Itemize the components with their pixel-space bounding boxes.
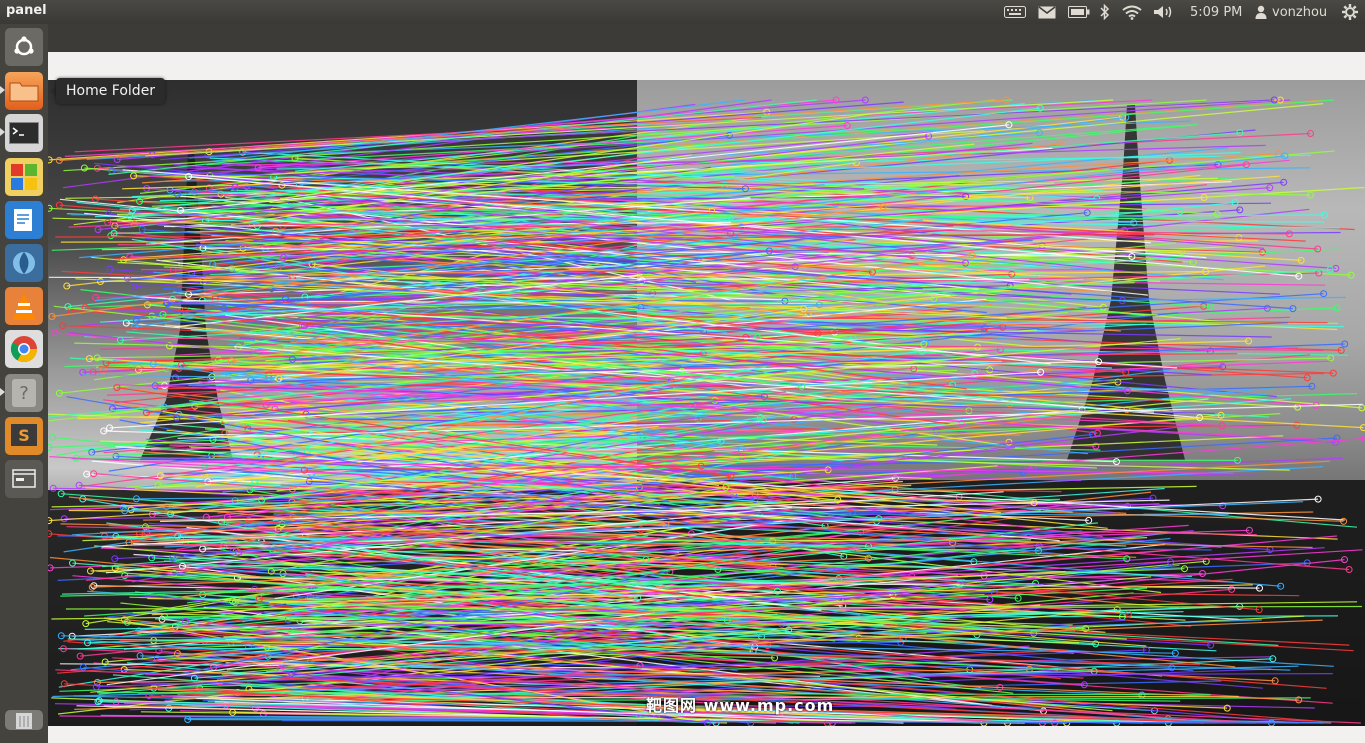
session-gear-icon[interactable] [1340, 3, 1360, 21]
launcher: ? S [0, 24, 48, 743]
wifi-icon[interactable] [1121, 3, 1143, 21]
window-toolbar [48, 52, 1365, 80]
top-panel: panel 5:09 PM vonzhou [0, 0, 1365, 24]
svg-text:S: S [18, 426, 30, 445]
match-lines [48, 96, 1365, 726]
workspace-switcher-button[interactable] [5, 460, 43, 498]
watermark: 靶图网 www.mp.com [646, 696, 835, 715]
shotwell-icon [13, 252, 35, 274]
mail-icon[interactable] [1036, 3, 1058, 21]
ubuntu-logo-icon [14, 36, 34, 56]
running-indicator-help [0, 388, 5, 396]
keyboard-icon[interactable] [1003, 3, 1027, 21]
volume-icon[interactable] [1152, 3, 1176, 21]
windows-app-button[interactable] [5, 158, 43, 196]
help-button[interactable]: ? [5, 374, 43, 412]
trash-button[interactable] [5, 710, 43, 730]
svg-text:?: ? [19, 383, 29, 404]
user-name[interactable]: vonzhou [1272, 3, 1327, 21]
question-mark-icon: ? [12, 379, 36, 407]
feature-match-image: 靶图网 www.mp.com [48, 80, 1365, 726]
windows-logo-icon [11, 164, 37, 190]
window-statusbar [48, 726, 1365, 743]
trash-icon [16, 713, 32, 729]
terminal-button[interactable] [5, 114, 43, 152]
window-titlebar [48, 24, 1365, 52]
home-folder-tooltip: Home Folder [56, 78, 166, 104]
chrome-button[interactable] [5, 330, 43, 368]
folder-icon [9, 82, 39, 102]
sublime-s-icon: S [11, 424, 37, 446]
panel-title: panel [6, 3, 47, 18]
running-indicator-terminal [0, 128, 5, 136]
terminal-icon [9, 122, 39, 144]
home-folder-button[interactable] [5, 72, 43, 110]
sublime-text-button[interactable]: S [5, 417, 43, 455]
clock[interactable]: 5:09 PM [1190, 3, 1242, 21]
vlc-cone-icon [13, 293, 35, 320]
writer-icon [14, 209, 32, 231]
window-icon [12, 469, 36, 488]
chrome-icon [10, 336, 38, 363]
battery-icon[interactable] [1067, 3, 1091, 21]
running-indicator [0, 86, 5, 94]
user-icon [1254, 3, 1268, 21]
match-line-group [48, 96, 1365, 726]
dash-home-button[interactable] [5, 28, 43, 66]
shotwell-button[interactable] [5, 244, 43, 282]
text-editor-button[interactable] [5, 201, 43, 239]
vlc-button[interactable] [5, 287, 43, 325]
bluetooth-icon[interactable] [1098, 3, 1112, 21]
